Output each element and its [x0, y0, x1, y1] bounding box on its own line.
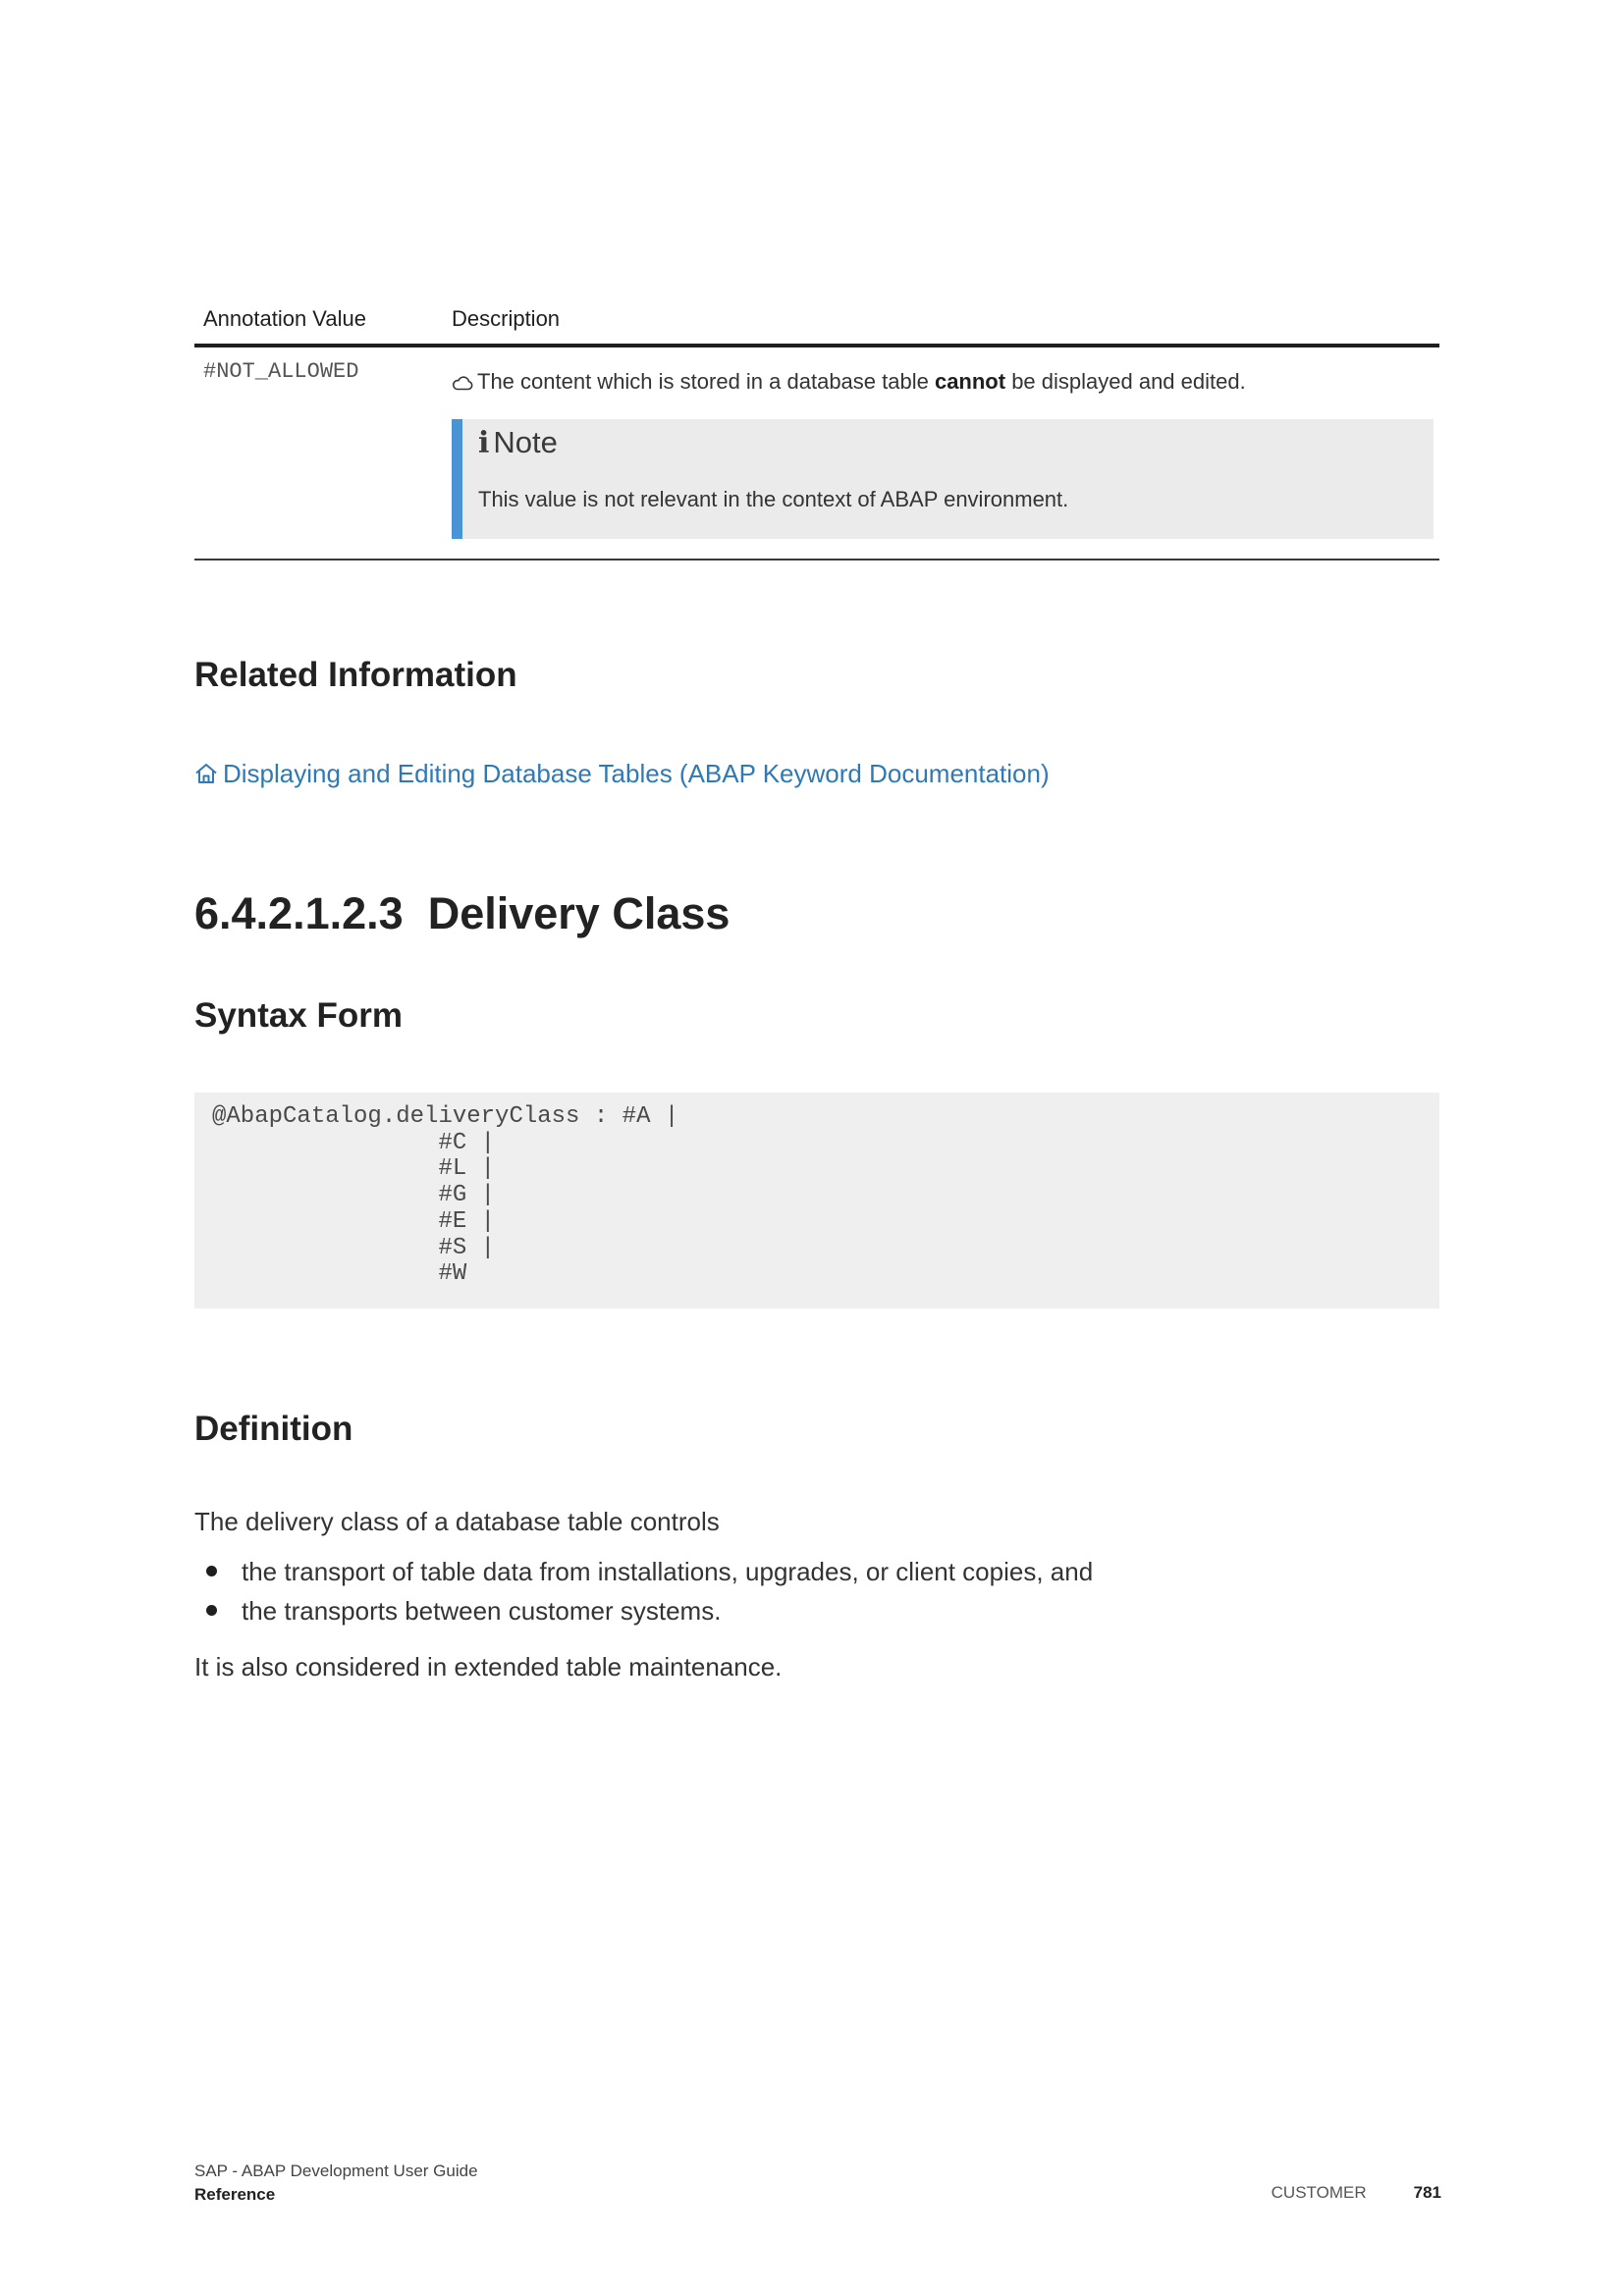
- note-title-text: Note: [493, 425, 558, 459]
- header-description: Description: [452, 306, 561, 331]
- syntax-form-heading: Syntax Form: [194, 996, 403, 1035]
- related-link-text: Displaying and Editing Database Tables (…: [223, 759, 1050, 788]
- definition-heading: Definition: [194, 1410, 353, 1448]
- footer-section: Reference: [194, 2185, 276, 2204]
- description-text-end: be displayed and edited.: [1005, 369, 1246, 394]
- table-row: #NOT_ALLOWED The content which is stored…: [194, 347, 1439, 561]
- list-item: the transport of table data from install…: [194, 1557, 1093, 1596]
- table-header-row: Annotation Value Description: [194, 294, 1439, 347]
- info-icon: i: [478, 426, 490, 460]
- note-title: i Note: [478, 425, 558, 460]
- page-number: 781: [1413, 2183, 1441, 2202]
- note-text: This value is not relevant in the contex…: [478, 487, 1069, 511]
- section-title: Delivery Class: [427, 888, 731, 938]
- bullet-icon: [206, 1566, 217, 1576]
- header-annotation-value: Annotation Value: [203, 306, 366, 331]
- footer-left: SAP - ABAP Development User Guide Refere…: [194, 2160, 478, 2207]
- list-item: the transports between customer systems.: [194, 1596, 1093, 1635]
- code-text: @AbapCatalog.deliveryClass : #A | #C | #…: [212, 1103, 679, 1288]
- list-item-text: the transports between customer systems.: [242, 1596, 722, 1626]
- document-page: Annotation Value Description #NOT_ALLOWE…: [0, 0, 1624, 2296]
- definition-list: the transport of table data from install…: [194, 1557, 1093, 1635]
- annotation-description: The content which is stored in a databas…: [452, 369, 1246, 395]
- footer-audience: CUSTOMER: [1271, 2183, 1367, 2202]
- code-block: @AbapCatalog.deliveryClass : #A | #C | #…: [194, 1093, 1439, 1308]
- list-item-text: the transport of table data from install…: [242, 1557, 1094, 1586]
- section-heading: 6.4.2.1.2.3 Delivery Class: [194, 888, 730, 939]
- related-link[interactable]: Displaying and Editing Database Tables (…: [194, 759, 1050, 789]
- footer-doc-title: SAP - ABAP Development User Guide: [194, 2162, 478, 2180]
- description-emphasis: cannot: [934, 369, 1006, 394]
- annotation-value: #NOT_ALLOWED: [203, 359, 359, 384]
- definition-intro: The delivery class of a database table c…: [194, 1507, 720, 1536]
- description-text: The content which is stored in a databas…: [477, 369, 935, 394]
- cloud-icon: [452, 376, 473, 391]
- annotation-table: Annotation Value Description #NOT_ALLOWE…: [194, 294, 1439, 561]
- definition-outro: It is also considered in extended table …: [194, 1652, 783, 1682]
- section-number: 6.4.2.1.2.3: [194, 888, 404, 938]
- footer-right: CUSTOMER 781: [1272, 2183, 1441, 2203]
- related-information-heading: Related Information: [194, 656, 517, 694]
- note-box: i Note This value is not relevant in the …: [452, 419, 1434, 539]
- bullet-icon: [206, 1605, 217, 1616]
- home-icon: [195, 764, 217, 783]
